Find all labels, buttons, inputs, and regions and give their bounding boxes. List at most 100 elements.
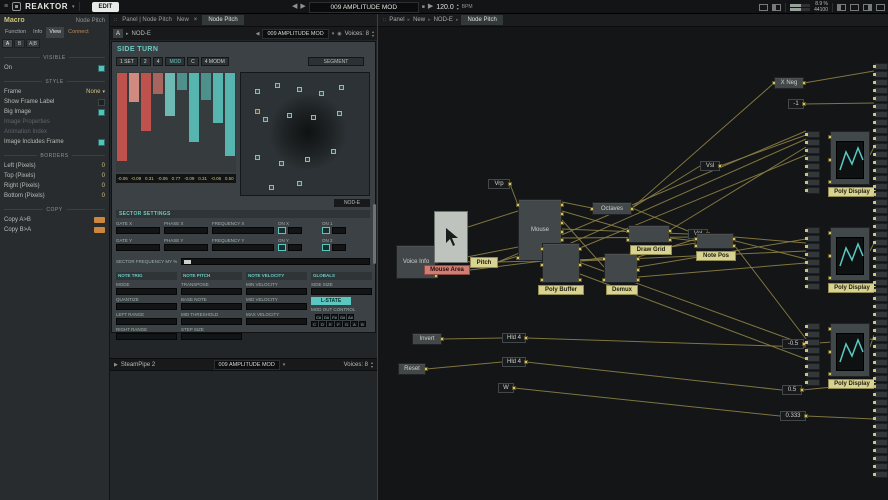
port-icon[interactable]: [630, 207, 634, 211]
node-third[interactable]: 0.333: [780, 411, 806, 421]
ab-button-a[interactable]: A: [2, 39, 13, 48]
note-cell[interactable]: F#: [331, 314, 338, 320]
stack-cell[interactable]: [874, 447, 888, 454]
row-image-includes-frame[interactable]: Image Includes Frame: [0, 137, 109, 147]
wire[interactable]: [638, 263, 806, 277]
port-icon[interactable]: [828, 180, 832, 184]
stack-cell[interactable]: [874, 327, 888, 334]
on-toggle[interactable]: [322, 227, 330, 234]
tab-info[interactable]: Info: [30, 27, 45, 38]
stack-cell[interactable]: [806, 163, 820, 170]
port-icon[interactable]: [828, 327, 832, 331]
on-toggle[interactable]: [322, 244, 330, 251]
stack-cell[interactable]: [806, 147, 820, 154]
port-icon[interactable]: [636, 257, 640, 261]
tab-connect[interactable]: Connect: [65, 27, 92, 38]
edit-button[interactable]: EDIT: [92, 2, 120, 12]
stack-cell[interactable]: [874, 95, 888, 102]
snapshot-slot[interactable]: A: [113, 29, 123, 38]
stack-cell[interactable]: [874, 335, 888, 342]
stack-cell[interactable]: [874, 79, 888, 86]
note-cell[interactable]: A: [351, 321, 358, 327]
row-value[interactable]: 0: [102, 173, 105, 179]
stack-cell[interactable]: [806, 331, 820, 338]
stack-cell[interactable]: [874, 175, 888, 182]
voices-down-icon[interactable]: ▾: [372, 34, 374, 38]
stack-cell[interactable]: [806, 235, 820, 242]
port-icon[interactable]: [772, 81, 776, 85]
layout-panel-icon[interactable]: [850, 4, 859, 11]
value-field[interactable]: [288, 244, 302, 251]
port-icon[interactable]: [718, 164, 722, 168]
wire[interactable]: [442, 338, 502, 339]
stack-cell[interactable]: [874, 135, 888, 142]
stack-cell[interactable]: [874, 183, 888, 190]
node-poly-display-1[interactable]: Poly Display: [828, 187, 876, 197]
prev-snapshot-icon[interactable]: ◀: [292, 0, 297, 14]
checkbox[interactable]: [98, 99, 105, 106]
note-cell[interactable]: D: [319, 321, 326, 327]
value-field[interactable]: [212, 227, 274, 234]
mode-button-2[interactable]: 2: [140, 57, 151, 66]
value-field[interactable]: [332, 244, 346, 251]
wire[interactable]: [562, 256, 806, 345]
toggle-switch[interactable]: [94, 227, 105, 233]
wire[interactable]: [632, 83, 774, 208]
stack-cell[interactable]: [806, 275, 820, 282]
node-note-pos[interactable]: Note Pos: [696, 251, 736, 261]
stack-cell[interactable]: [874, 343, 888, 350]
port-icon[interactable]: [626, 238, 630, 242]
stack-cell[interactable]: [874, 167, 888, 174]
value-field[interactable]: [116, 318, 177, 325]
wire[interactable]: [514, 388, 780, 416]
stack-cell[interactable]: [874, 215, 888, 222]
node-invert[interactable]: Invert: [412, 333, 442, 345]
value-field[interactable]: [164, 227, 208, 234]
browser-toggle-icon[interactable]: [772, 4, 781, 11]
stack-cell[interactable]: [806, 379, 820, 386]
pad-label[interactable]: NOD-E: [334, 199, 370, 207]
stack-cell[interactable]: [874, 247, 888, 254]
node-poly-display-3[interactable]: Poly Display: [828, 379, 876, 389]
stack-cell[interactable]: [874, 239, 888, 246]
note-cell[interactable]: E: [327, 321, 334, 327]
mode-button-mod[interactable]: MOD: [165, 57, 185, 66]
port-icon[interactable]: [668, 238, 672, 242]
value-field[interactable]: [116, 303, 177, 310]
voices-label[interactable]: Voices: 8: [344, 362, 368, 368]
row-show-frame-label[interactable]: Show Frame Label: [0, 97, 109, 107]
port-icon[interactable]: [508, 182, 512, 186]
node-out-stack[interactable]: [874, 63, 888, 478]
row-bottom-pixels[interactable]: Bottom (Pixels)0: [0, 191, 109, 201]
node-mouse-panel[interactable]: [434, 211, 468, 263]
node-notepos-box[interactable]: [696, 233, 734, 249]
stack-cell[interactable]: [874, 279, 888, 286]
port-icon[interactable]: [626, 229, 630, 233]
row-value[interactable]: 0: [102, 193, 105, 199]
port-icon[interactable]: [578, 263, 582, 267]
bpm-down-icon[interactable]: ▾: [457, 7, 459, 11]
node-poly-display-2[interactable]: Poly Display: [828, 283, 876, 293]
stack-cell[interactable]: [874, 303, 888, 310]
node-demux-box[interactable]: [604, 253, 638, 283]
port-icon[interactable]: [524, 336, 528, 340]
port-icon[interactable]: [578, 278, 582, 282]
wire[interactable]: [734, 245, 806, 339]
port-icon[interactable]: [602, 278, 606, 282]
note-cell[interactable]: C#: [315, 314, 322, 320]
stack-cell[interactable]: [874, 103, 888, 110]
wire[interactable]: [806, 416, 874, 419]
node-poly-buffer[interactable]: Poly Buffer: [538, 285, 584, 295]
stack-cell[interactable]: [806, 131, 820, 138]
structure-tab-node-pitch[interactable]: Node Pitch: [461, 15, 502, 25]
wire[interactable]: [734, 237, 806, 243]
note-cell[interactable]: C: [311, 321, 318, 327]
stack-cell[interactable]: [806, 371, 820, 378]
value-field[interactable]: [332, 227, 346, 234]
voices-label[interactable]: Voices: 8: [345, 31, 369, 37]
port-icon[interactable]: [800, 388, 804, 392]
next-snapshot-icon[interactable]: ▶: [300, 0, 305, 14]
port-icon[interactable]: [828, 254, 832, 258]
note-cell[interactable]: D#: [323, 314, 330, 320]
value-field[interactable]: [116, 333, 177, 340]
